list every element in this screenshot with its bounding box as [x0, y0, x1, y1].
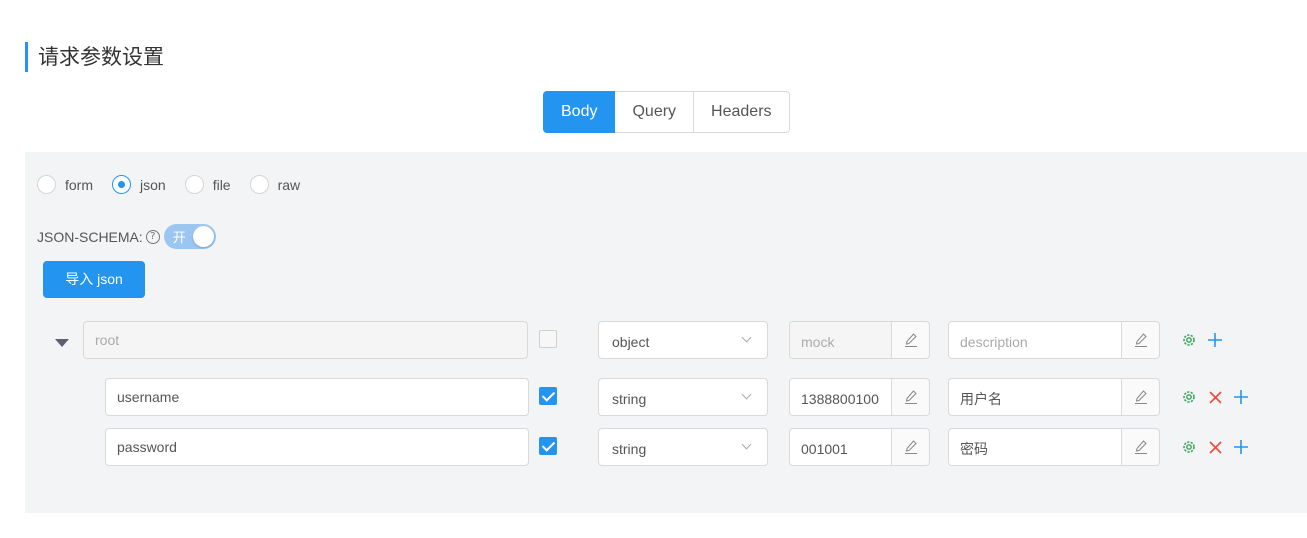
mock-edit-button[interactable] — [892, 378, 930, 416]
json-schema-row: JSON-SCHEMA: ? 开 — [37, 224, 216, 249]
mock-input[interactable]: 1388800100 — [789, 378, 892, 416]
tab-body[interactable]: Body — [543, 91, 616, 133]
root-type-select[interactable]: object — [598, 321, 768, 359]
radio-circle[interactable] — [184, 175, 204, 194]
radio-file[interactable]: file — [184, 175, 231, 194]
root-mock-input[interactable]: mock — [789, 321, 892, 359]
tab-headers[interactable]: Headers — [694, 91, 790, 133]
json-schema-label: JSON-SCHEMA: — [37, 228, 143, 245]
mock-group: 001001 — [789, 428, 930, 466]
type-select[interactable]: string — [598, 378, 768, 416]
pencil-icon — [905, 390, 917, 404]
pencil-icon — [905, 333, 917, 347]
json-schema-switch[interactable]: 开 — [163, 224, 216, 249]
description-edit-button[interactable] — [1122, 321, 1160, 359]
radio-label: form — [65, 176, 93, 193]
switch-knob — [192, 226, 214, 247]
row-actions — [1179, 437, 1257, 457]
root-required-checkbox[interactable] — [539, 330, 557, 348]
select-value: string — [612, 441, 647, 457]
radio-circle[interactable] — [249, 175, 269, 194]
select-value: string — [612, 391, 647, 407]
chevron-down-icon — [741, 332, 752, 343]
chevron-down-icon — [741, 439, 752, 450]
radio-form[interactable]: form — [37, 175, 93, 194]
root-mock-group: mock — [789, 321, 930, 359]
add-icon[interactable] — [1231, 437, 1251, 457]
description-edit-button[interactable] — [1122, 428, 1160, 466]
root-description-input[interactable]: description — [948, 321, 1122, 359]
delete-icon[interactable] — [1205, 437, 1225, 457]
description-group: 用户名 — [948, 378, 1160, 416]
radio-label: file — [212, 176, 231, 193]
settings-icon[interactable] — [1179, 330, 1199, 350]
switch-text: 开 — [172, 231, 186, 246]
row-actions — [1179, 387, 1257, 407]
pencil-icon — [905, 440, 917, 454]
root-name-input[interactable]: root — [83, 321, 528, 359]
mock-edit-button[interactable] — [892, 428, 930, 466]
root-description-group: description — [948, 321, 1160, 359]
collapse-caret-icon[interactable] — [55, 339, 69, 347]
section-title: 请求参数设置 — [25, 42, 164, 72]
radio-label: raw — [277, 176, 301, 193]
add-icon[interactable] — [1205, 330, 1225, 350]
radio-circle-checked[interactable] — [112, 175, 131, 194]
chevron-down-icon — [741, 389, 752, 400]
question-circle-icon[interactable]: ? — [145, 229, 160, 244]
description-input[interactable]: 用户名 — [948, 378, 1122, 416]
settings-icon[interactable] — [1179, 387, 1199, 407]
body-panel: form json file raw JSON-SCHEMA: ? 开 导入 j… — [25, 152, 1307, 513]
schema-row-username: username string 1388800100 用户名 — [25, 378, 1307, 416]
body-type-radio-group: form json file raw — [37, 175, 319, 194]
delete-icon[interactable] — [1205, 387, 1225, 407]
import-json-button[interactable]: 导入 json — [43, 261, 145, 298]
radio-json[interactable]: json — [112, 175, 166, 194]
select-value: object — [612, 334, 650, 350]
tab-query[interactable]: Query — [615, 91, 695, 133]
radio-label: json — [140, 176, 166, 193]
mock-group: 1388800100 — [789, 378, 930, 416]
description-edit-button[interactable] — [1122, 378, 1160, 416]
required-checkbox[interactable] — [539, 387, 557, 405]
mock-edit-button[interactable] — [892, 321, 930, 359]
pencil-icon — [1135, 333, 1147, 347]
mock-input[interactable]: 001001 — [789, 428, 892, 466]
schema-row-root: root object mock description — [25, 321, 1307, 359]
description-group: 密码 — [948, 428, 1160, 466]
root-actions — [1179, 330, 1231, 350]
radio-circle[interactable] — [37, 175, 56, 194]
pencil-icon — [1135, 390, 1147, 404]
settings-icon[interactable] — [1179, 437, 1199, 457]
field-name-input[interactable]: username — [105, 378, 529, 416]
radio-raw[interactable]: raw — [249, 175, 301, 194]
description-input[interactable]: 密码 — [948, 428, 1122, 466]
schema-row-password: password string 001001 密码 — [25, 428, 1307, 466]
type-select[interactable]: string — [598, 428, 768, 466]
field-name-input[interactable]: password — [105, 428, 529, 466]
required-checkbox[interactable] — [539, 437, 557, 455]
param-tabs: Body Query Headers — [543, 91, 790, 133]
add-icon[interactable] — [1231, 387, 1251, 407]
pencil-icon — [1135, 440, 1147, 454]
